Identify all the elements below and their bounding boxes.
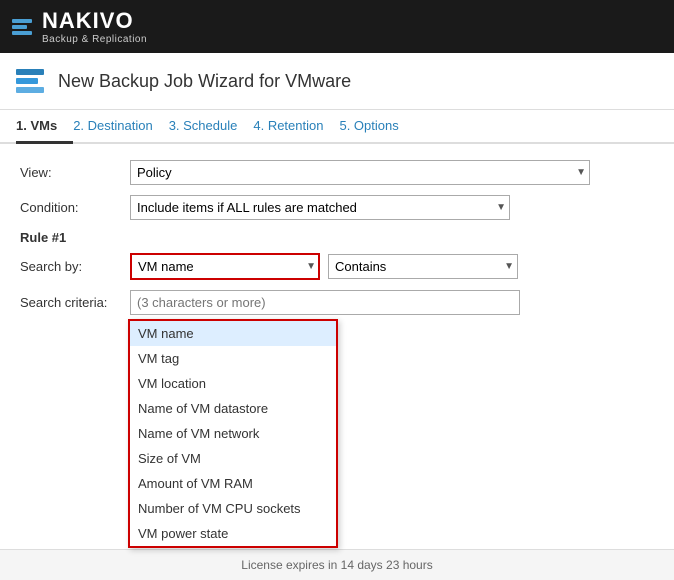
dropdown-item-vm-datastore[interactable]: Name of VM datastore	[130, 396, 336, 421]
search-by-wrapper: VM name VM tag VM location Name of VM da…	[130, 253, 320, 280]
steps-nav: 1. VMs 2. Destination 3. Schedule 4. Ret…	[0, 110, 674, 144]
view-select-wrapper: Policy ▼	[130, 160, 590, 185]
wizard-header: New Backup Job Wizard for VMware	[0, 53, 674, 110]
wizard-title: New Backup Job Wizard for VMware	[58, 71, 351, 92]
contains-select[interactable]: Contains	[328, 254, 518, 279]
wizard-icon	[16, 65, 48, 97]
search-criteria-input[interactable]	[130, 290, 520, 315]
license-text: License expires in 14 days 23 hours	[241, 558, 432, 572]
dropdown-item-vm-size[interactable]: Size of VM	[130, 446, 336, 471]
search-by-label: Search by:	[20, 259, 130, 274]
dropdown-item-vm-ram[interactable]: Amount of VM RAM	[130, 471, 336, 496]
logo-icon	[12, 19, 32, 35]
view-select[interactable]: Policy	[130, 160, 590, 185]
dropdown-item-vm-name[interactable]: VM name	[130, 321, 336, 346]
step-vms[interactable]: 1. VMs	[16, 110, 73, 144]
view-control: Policy ▼	[130, 160, 654, 185]
view-label: View:	[20, 165, 130, 180]
search-by-dropdown: VM name VM tag VM location Name of VM da…	[128, 319, 338, 548]
step-retention[interactable]: 4. Retention	[253, 110, 339, 142]
rule-header: Rule #1	[20, 230, 654, 245]
dropdown-item-vm-location[interactable]: VM location	[130, 371, 336, 396]
footer: License expires in 14 days 23 hours	[0, 549, 674, 580]
step-options[interactable]: 5. Options	[339, 110, 414, 142]
dropdown-item-vm-tag[interactable]: VM tag	[130, 346, 336, 371]
search-by-row: Search by: VM name VM tag VM location Na…	[20, 253, 654, 280]
dropdown-item-vm-cpu[interactable]: Number of VM CPU sockets	[130, 496, 336, 521]
logo-text: NAKIVO Backup & Replication	[42, 8, 147, 45]
condition-label: Condition:	[20, 200, 130, 215]
main-content: View: Policy ▼ Condition: Include items …	[0, 144, 674, 549]
search-criteria-label: Search criteria:	[20, 295, 130, 310]
search-criteria-control	[130, 290, 654, 315]
step-destination[interactable]: 2. Destination	[73, 110, 169, 142]
step-schedule[interactable]: 3. Schedule	[169, 110, 254, 142]
condition-select[interactable]: Include items if ALL rules are matched	[130, 195, 510, 220]
search-by-select[interactable]: VM name VM tag VM location Name of VM da…	[130, 253, 320, 280]
condition-row: Condition: Include items if ALL rules ar…	[20, 195, 654, 220]
contains-wrapper: Contains ▼	[328, 254, 518, 279]
dropdown-item-vm-power[interactable]: VM power state	[130, 521, 336, 546]
search-criteria-row: Search criteria:	[20, 290, 654, 315]
condition-select-wrapper: Include items if ALL rules are matched ▼	[130, 195, 510, 220]
condition-control: Include items if ALL rules are matched ▼	[130, 195, 654, 220]
app-header: NAKIVO Backup & Replication	[0, 0, 674, 53]
view-row: View: Policy ▼	[20, 160, 654, 185]
search-by-control: VM name VM tag VM location Name of VM da…	[130, 253, 654, 280]
dropdown-item-vm-network[interactable]: Name of VM network	[130, 421, 336, 446]
